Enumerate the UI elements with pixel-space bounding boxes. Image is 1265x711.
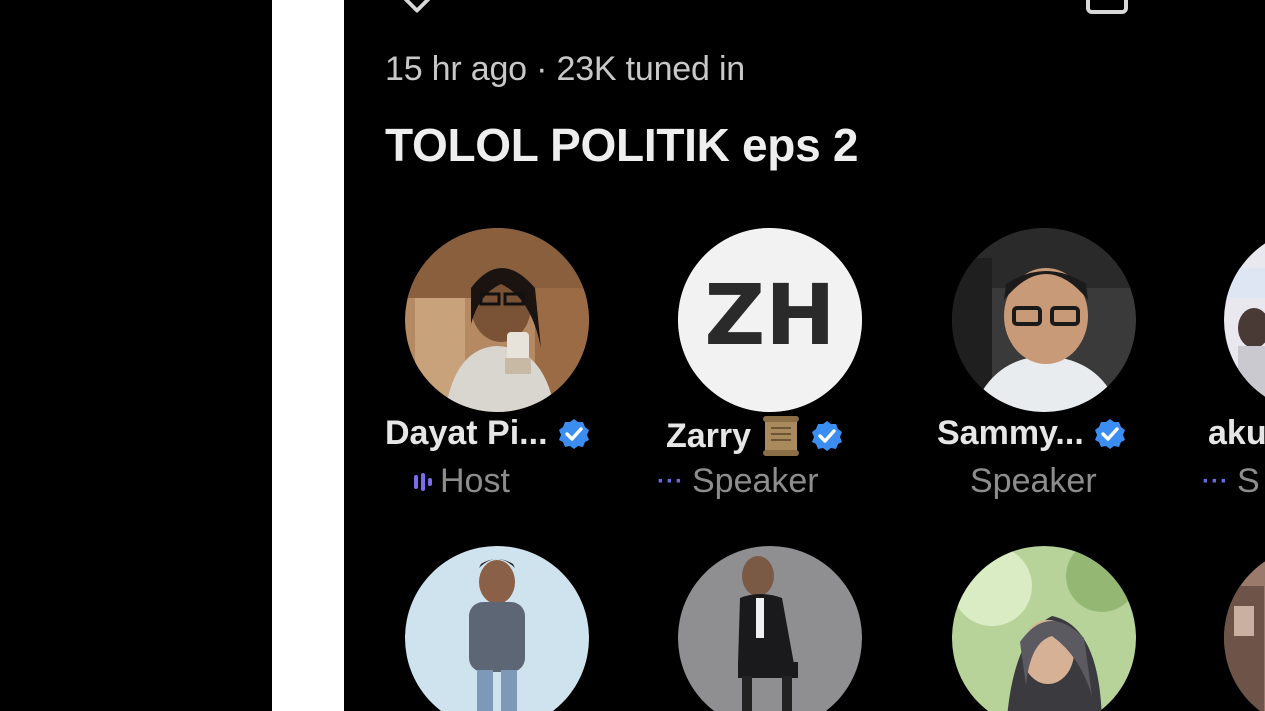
avatar[interactable]: [405, 546, 589, 711]
participant-name-text: Zarry: [666, 416, 752, 455]
verified-badge-icon: [1094, 418, 1125, 449]
share-icon[interactable]: [1086, 0, 1128, 14]
avatar[interactable]: [1224, 546, 1265, 711]
participant-name-text: Sammy...: [937, 414, 1084, 452]
avatar[interactable]: [405, 228, 589, 412]
participant-role-text: Speaker: [970, 462, 1097, 500]
participant-role: ··· S: [1202, 462, 1260, 501]
avatar[interactable]: [952, 228, 1136, 412]
avatar[interactable]: ZH: [678, 228, 862, 412]
scroll-icon: [763, 416, 800, 456]
participant-role: Speaker: [970, 462, 1097, 501]
participant-role: Host: [414, 462, 510, 501]
chevron-down-icon[interactable]: [398, 0, 436, 14]
participant-role-text: S: [1236, 462, 1260, 500]
space-panel: 15 hr ago · 23K tuned in TOLOL POLITIK e…: [344, 0, 1265, 711]
divider-strip: [272, 0, 344, 711]
avatar-monogram: ZH: [704, 266, 835, 364]
participant-name-text: Dayat Pi...: [385, 414, 548, 452]
avatar[interactable]: [1224, 228, 1265, 412]
participant-role-text: Speaker: [691, 462, 819, 500]
left-margin: [0, 0, 272, 711]
dots-icon: ···: [657, 467, 684, 495]
avatar[interactable]: [678, 546, 862, 711]
speaking-bars-icon: [414, 472, 432, 492]
participant-name-text: aku: [1208, 414, 1265, 452]
participant-name[interactable]: Zarry: [666, 414, 843, 458]
screenshot-stage: 15 hr ago · 23K tuned in TOLOL POLITIK e…: [0, 0, 1265, 711]
verified-badge-icon: [812, 421, 843, 451]
dots-icon: ···: [1202, 467, 1229, 495]
participant-role: ··· Speaker: [657, 462, 819, 501]
space-meta: 15 hr ago · 23K tuned in: [385, 50, 746, 88]
participant-name[interactable]: Dayat Pi...: [385, 414, 590, 453]
space-title: TOLOL POLITIK eps 2: [385, 119, 859, 171]
participant-name[interactable]: Sammy...: [937, 414, 1126, 453]
verified-badge-icon: [558, 418, 589, 449]
participant-name[interactable]: aku: [1208, 414, 1265, 453]
avatar[interactable]: [952, 546, 1136, 711]
participant-role-text: Host: [440, 462, 510, 500]
